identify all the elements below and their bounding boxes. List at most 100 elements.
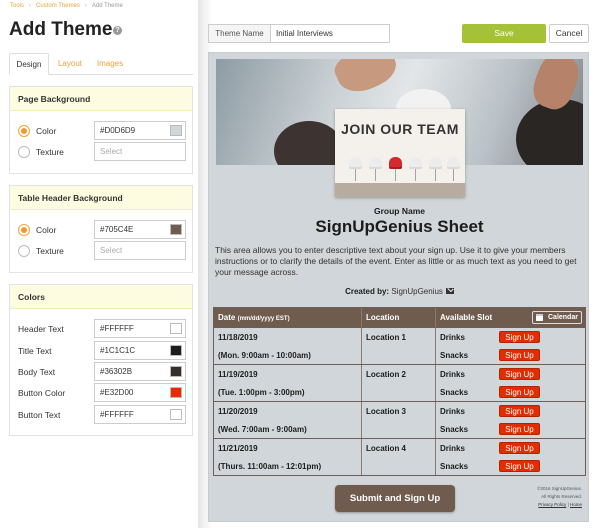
submit-and-sign-up-button[interactable]: Submit and Sign Up (335, 485, 455, 512)
sign-up-button[interactable]: Sign Up (499, 442, 540, 454)
theme-preview: JOIN OUR TEAM Group Name SignUpGenius Sh… (208, 52, 589, 522)
color-value: #36302B (100, 367, 133, 376)
sign-up-button[interactable]: Sign Up (499, 349, 540, 361)
column-divider (361, 308, 362, 327)
sign-up-button[interactable]: Sign Up (499, 460, 540, 472)
header-text-color-input[interactable]: #FFFFFF (94, 319, 186, 338)
color-radio[interactable] (18, 224, 30, 236)
theme-name-input[interactable]: Initial Interviews (270, 24, 390, 43)
row-time: (Wed. 7:00am - 9:00am) (218, 425, 307, 434)
tab-layout[interactable]: Layout (53, 53, 87, 75)
texture-radio[interactable] (18, 146, 30, 158)
color-option-row: Color #705C4E (10, 220, 192, 240)
color-setting-row: Button Color #E32D00 (10, 383, 192, 403)
body-text-color-input[interactable]: #36302B (94, 362, 186, 381)
color-label: Color (36, 126, 57, 136)
texture-option-row: Texture Select (10, 142, 192, 162)
sign-up-button[interactable]: Sign Up (499, 423, 540, 435)
mail-icon[interactable] (445, 288, 454, 294)
copyright-text: ©2016 SignUpGenius. (537, 486, 582, 491)
color-swatch[interactable] (170, 366, 182, 377)
texture-label: Texture (36, 246, 64, 256)
table-row: 11/19/2019 (Tue. 1:00pm - 3:00pm) Locati… (214, 364, 585, 401)
color-swatch[interactable] (170, 125, 182, 136)
row-time: (Mon. 9:00am - 10:00am) (218, 351, 311, 360)
row-time: (Tue. 1:00pm - 3:00pm) (218, 388, 305, 397)
color-swatch[interactable] (170, 409, 182, 420)
table-header-background-panel: Table Header Background Color #705C4E Te… (9, 185, 193, 273)
slot-column-header: Available Slot (440, 313, 493, 322)
group-name: Group Name (373, 206, 425, 216)
hero-floor (335, 183, 465, 197)
panel-title: Page Background (10, 87, 192, 111)
date-format: (mm/dd/yyyy EST) (237, 316, 290, 322)
button-text-color-input[interactable]: #FFFFFF (94, 405, 186, 424)
row-date: 11/21/2019 (218, 444, 258, 453)
title-text-color-input[interactable]: #1C1C1C (94, 341, 186, 360)
panel-title: Table Header Background (10, 186, 192, 210)
slot-name: Snacks (440, 425, 469, 434)
created-by-value: SignUpGenius (391, 287, 443, 296)
button-color-input[interactable]: #E32D00 (94, 383, 186, 402)
row-time: (Thurs. 11:00am - 12:01pm) (218, 462, 322, 471)
color-swatch[interactable] (170, 345, 182, 356)
created-by: Created by: SignUpGenius (209, 287, 590, 296)
texture-select[interactable]: Select (94, 241, 186, 260)
hero-headline: JOIN OUR TEAM (341, 121, 459, 137)
breadcrumb-tools[interactable]: Tools (10, 3, 24, 9)
home-link[interactable]: Home (570, 502, 582, 507)
breadcrumb-custom-themes[interactable]: Custom Themes (36, 3, 80, 9)
colors-panel: Colors Header Text #FFFFFF Title Text #1… (9, 284, 193, 436)
rights-text: All Rights Reserved. (541, 494, 582, 499)
color-value: #D0D6D9 (100, 126, 136, 135)
tab-design[interactable]: Design (9, 53, 49, 75)
color-radio[interactable] (18, 125, 30, 137)
column-divider (361, 365, 362, 401)
column-divider (435, 328, 436, 364)
design-tabs: Design Layout Images (9, 53, 193, 75)
copyright-footer: ©2016 SignUpGenius. All Rights Reserved.… (512, 485, 582, 509)
slot-name: Snacks (440, 351, 469, 360)
table-header-color-input[interactable]: #705C4E (94, 220, 186, 239)
breadcrumb-separator: › (29, 3, 32, 9)
tab-images[interactable]: Images (91, 53, 129, 75)
save-button[interactable]: Save (462, 24, 546, 43)
sign-up-button[interactable]: Sign Up (499, 331, 540, 343)
color-value: #1C1C1C (100, 346, 136, 355)
panel-title: Colors (10, 285, 192, 309)
color-swatch[interactable] (170, 323, 182, 334)
cancel-button[interactable]: Cancel (549, 24, 589, 43)
sign-up-button[interactable]: Sign Up (499, 386, 540, 398)
slot-name: Drinks (440, 444, 465, 453)
color-value: #705C4E (100, 225, 134, 234)
calendar-button[interactable]: Calendar (532, 311, 582, 324)
sheet-title: SignUpGenius Sheet (315, 217, 484, 236)
chair-leg (435, 169, 436, 181)
color-setting-label: Body Text (18, 367, 56, 377)
color-swatch[interactable] (170, 387, 182, 398)
color-value: #FFFFFF (100, 324, 134, 333)
breadcrumb: Tools › Custom Themes › Add Theme (10, 3, 123, 9)
column-divider (435, 308, 436, 327)
sign-up-button[interactable]: Sign Up (499, 405, 540, 417)
sheet-description: This area allows you to enter descriptiv… (215, 245, 577, 277)
color-setting-label: Button Text (18, 410, 61, 420)
privacy-policy-link[interactable]: Privacy Policy (538, 502, 566, 507)
color-setting-label: Title Text (18, 346, 52, 356)
table-row: 11/20/2019 (Wed. 7:00am - 9:00am) Locati… (214, 401, 585, 438)
date-header-label: Date (218, 313, 236, 322)
column-divider (361, 439, 362, 475)
page-background-color-input[interactable]: #D0D6D9 (94, 121, 186, 140)
texture-select[interactable]: Select (94, 142, 186, 161)
sign-up-button[interactable]: Sign Up (499, 368, 540, 380)
date-column-header: Date (mm/dd/yyyy EST) (218, 308, 290, 327)
help-icon[interactable]: ? (113, 26, 122, 35)
location-column-header: Location (366, 313, 400, 322)
row-location: Location 1 (366, 333, 407, 342)
texture-radio[interactable] (18, 245, 30, 257)
slot-name: Drinks (440, 333, 465, 342)
chair-leg (375, 169, 376, 181)
created-by-label: Created by: (345, 287, 390, 296)
color-setting-row: Title Text #1C1C1C (10, 341, 192, 361)
color-swatch[interactable] (170, 224, 182, 235)
